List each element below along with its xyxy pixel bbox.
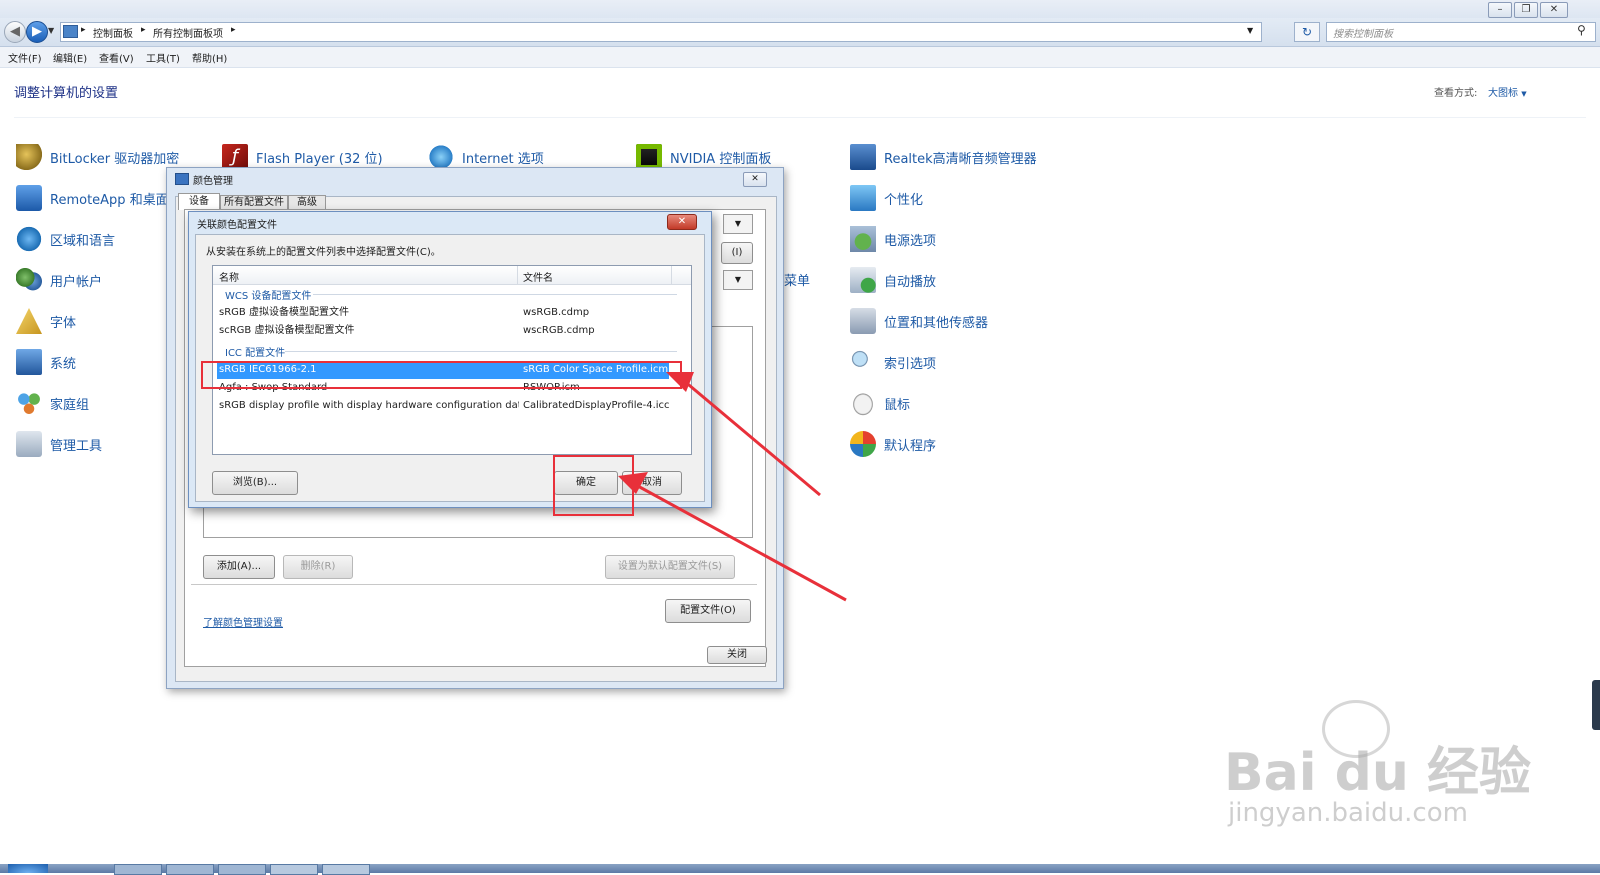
taskbar-item[interactable] — [114, 864, 162, 875]
watermark-brand: Bai du 经验 — [1224, 743, 1531, 803]
side-gadget — [1592, 680, 1600, 730]
taskbar-item[interactable] — [270, 864, 318, 875]
taskbar-item[interactable] — [166, 864, 214, 875]
taskbar — [0, 864, 1600, 875]
annotation-arrow — [635, 483, 847, 602]
taskbar-item[interactable] — [218, 864, 266, 875]
annotation-arrow — [682, 378, 821, 497]
watermark-url: jingyan.baidu.com — [1228, 798, 1468, 828]
start-button[interactable] — [8, 864, 48, 873]
taskbar-item[interactable] — [322, 864, 370, 875]
annotation-arrowhead — [666, 372, 694, 392]
